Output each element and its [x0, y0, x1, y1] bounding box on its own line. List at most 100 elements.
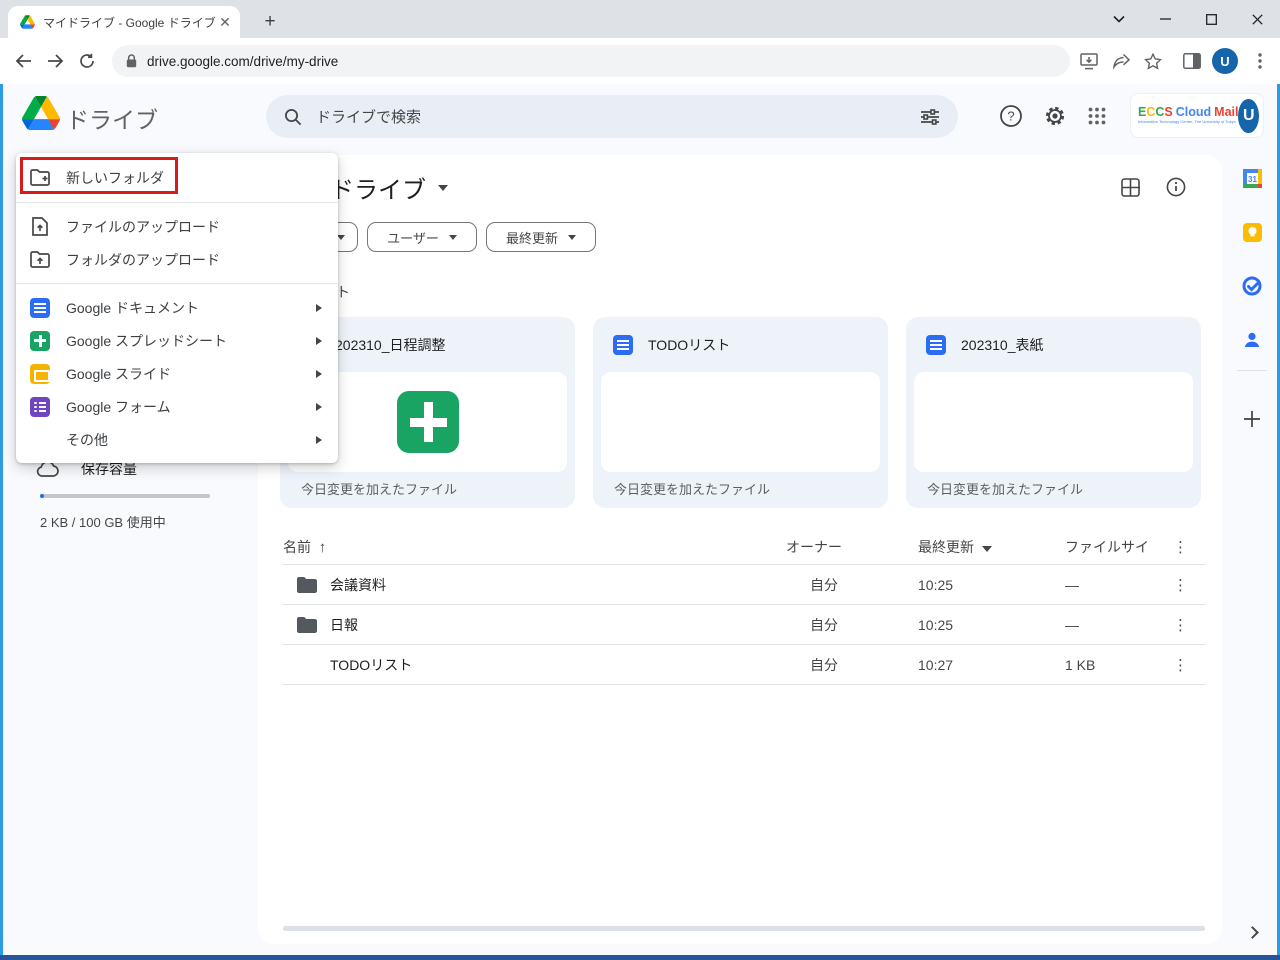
- suggestion-card[interactable]: TODOリスト 今日変更を加えたファイル: [593, 317, 888, 508]
- settings-gear-icon[interactable]: [1042, 103, 1068, 129]
- apps-grid-icon[interactable]: [1084, 103, 1110, 129]
- lock-icon: [126, 54, 137, 68]
- horizontal-scrollbar[interactable]: [283, 926, 1205, 931]
- row-options-icon[interactable]: ⋮: [1173, 616, 1188, 634]
- submenu-arrow-icon: [316, 403, 322, 411]
- storage-progress-bar: [40, 494, 210, 498]
- page-title-caret-icon: [438, 185, 448, 191]
- add-panel-icon[interactable]: [1242, 409, 1262, 429]
- drive-logo-icon[interactable]: [22, 96, 60, 130]
- menu-item-new-folder[interactable]: 新しいフォルダ: [16, 153, 338, 202]
- file-size: 1 KB: [1065, 657, 1095, 673]
- filter-chip-people[interactable]: ユーザー: [367, 222, 477, 252]
- docs-file-icon: [613, 335, 633, 355]
- owner-name: 自分: [810, 575, 838, 595]
- menu-item-google-sheets[interactable]: Google スプレッドシート: [16, 324, 338, 357]
- table-row[interactable]: TODOリスト 自分 10:27 1 KB ⋮: [258, 645, 1222, 685]
- contacts-icon[interactable]: [1242, 330, 1262, 350]
- menu-item-google-docs[interactable]: Google ドキュメント: [16, 291, 338, 324]
- sheets-icon: [30, 331, 50, 351]
- browser-window: マイドライブ - Google ドライブ ✕ +: [0, 0, 1280, 960]
- new-tab-button[interactable]: +: [256, 8, 284, 36]
- filter-chip-modified[interactable]: 最終更新: [486, 222, 596, 252]
- cloud-icon: [36, 461, 59, 477]
- slides-icon: [30, 364, 50, 384]
- account-badge[interactable]: ECCSCloudMail Information Technology Cen…: [1130, 93, 1264, 138]
- calendar-icon[interactable]: 31: [1242, 168, 1262, 188]
- search-options-icon[interactable]: [920, 108, 940, 126]
- column-modified[interactable]: 最終更新: [918, 537, 992, 557]
- file-name: 会議資料: [330, 575, 386, 595]
- tasks-icon[interactable]: [1242, 276, 1262, 296]
- browser-profile-avatar[interactable]: U: [1212, 48, 1238, 74]
- keep-icon[interactable]: [1242, 222, 1262, 242]
- file-name: 日報: [330, 615, 358, 635]
- collapse-panel-chevron-icon[interactable]: [1242, 922, 1262, 942]
- tab-close-icon[interactable]: ✕: [216, 13, 234, 31]
- search-input[interactable]: ドライブで検索: [266, 95, 958, 138]
- table-row[interactable]: 日報 自分 10:25 — ⋮: [258, 605, 1222, 645]
- account-avatar[interactable]: U: [1238, 99, 1259, 133]
- storage-usage-text: 2 KB / 100 GB 使用中: [40, 512, 166, 531]
- window-close-button[interactable]: [1234, 0, 1280, 38]
- url-bar[interactable]: drive.google.com/drive/my-drive: [112, 45, 1070, 77]
- table-options-icon[interactable]: ⋮: [1173, 538, 1188, 556]
- rail-divider: [1237, 370, 1267, 371]
- row-options-icon[interactable]: ⋮: [1173, 576, 1188, 594]
- window-border-bottom: [0, 955, 1280, 960]
- tab-search-chevron-icon[interactable]: [1096, 0, 1142, 38]
- card-caption: 今日変更を加えたファイル: [301, 479, 457, 498]
- drive-favicon-icon: [20, 15, 35, 29]
- table-header: 名前 ↑ オーナー 最終更新 ファイルサイ ⋮: [258, 528, 1222, 565]
- suggestions-label-fragment: ト: [336, 282, 350, 302]
- card-caption: 今日変更を加えたファイル: [614, 479, 770, 498]
- menu-item-file-upload[interactable]: ファイルのアップロード: [16, 210, 338, 243]
- chip-caret-icon: [449, 235, 457, 240]
- submenu-arrow-icon: [316, 337, 322, 345]
- app-name: ドライブ: [66, 101, 158, 135]
- card-title: TODOリスト: [648, 335, 730, 355]
- search-placeholder: ドライブで検索: [316, 106, 906, 127]
- file-size: —: [1065, 577, 1079, 593]
- install-icon[interactable]: [1079, 51, 1099, 71]
- browser-tab[interactable]: マイドライブ - Google ドライブ ✕: [8, 6, 240, 38]
- card-preview: [914, 372, 1193, 472]
- info-icon[interactable]: [1164, 175, 1188, 199]
- file-size: —: [1065, 617, 1079, 633]
- forms-icon: [30, 397, 50, 417]
- table-row[interactable]: 会議資料 自分 10:25 — ⋮: [258, 565, 1222, 605]
- menu-item-google-slides[interactable]: Google スライド: [16, 357, 338, 390]
- file-upload-icon: [30, 217, 50, 237]
- window-minimize-button[interactable]: [1142, 0, 1188, 38]
- side-panel-icon[interactable]: [1182, 51, 1202, 71]
- folder-upload-icon: [30, 250, 50, 270]
- main-content: マイドライブ ユーザー 最終更新 ト: [258, 155, 1222, 944]
- grid-view-toggle-icon[interactable]: [1118, 175, 1142, 199]
- menu-item-folder-upload[interactable]: フォルダのアップロード: [16, 243, 338, 276]
- chip-caret-icon: [568, 235, 576, 240]
- tab-title: マイドライブ - Google ドライブ: [43, 14, 216, 31]
- menu-item-more[interactable]: その他: [16, 423, 338, 456]
- modified-time: 10:25: [918, 617, 953, 633]
- back-button[interactable]: [11, 49, 35, 73]
- row-options-icon[interactable]: ⋮: [1173, 656, 1188, 674]
- share-icon[interactable]: [1111, 51, 1131, 71]
- window-maximize-button[interactable]: [1188, 0, 1234, 38]
- column-name[interactable]: 名前 ↑: [283, 537, 326, 557]
- help-icon[interactable]: ?: [998, 103, 1024, 129]
- svg-text:?: ?: [1007, 109, 1014, 124]
- submenu-arrow-icon: [316, 304, 322, 312]
- column-size[interactable]: ファイルサイ: [1065, 537, 1149, 557]
- svg-text:31: 31: [1248, 175, 1257, 184]
- browser-menu-icon[interactable]: [1250, 51, 1270, 71]
- bookmark-star-icon[interactable]: [1143, 51, 1163, 71]
- column-owner[interactable]: オーナー: [786, 537, 842, 557]
- suggestion-card[interactable]: 202310_表紙 今日変更を加えたファイル: [906, 317, 1201, 508]
- file-name: TODOリスト: [330, 655, 412, 675]
- forward-button[interactable]: [43, 49, 67, 73]
- url-text: drive.google.com/drive/my-drive: [147, 54, 338, 69]
- search-icon: [284, 108, 302, 126]
- reload-button[interactable]: [75, 49, 99, 73]
- menu-item-google-forms[interactable]: Google フォーム: [16, 390, 338, 423]
- folder-icon: [297, 577, 317, 593]
